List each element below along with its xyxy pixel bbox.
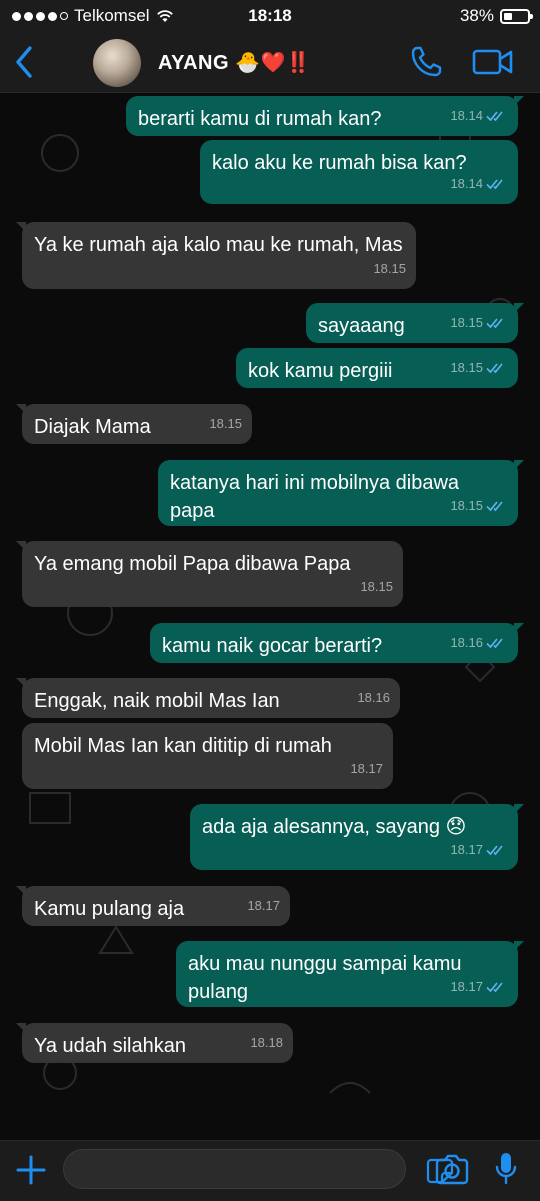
camera-icon[interactable]: [434, 1154, 470, 1186]
incoming-message[interactable]: Kamu pulang aja 18.17: [16, 886, 290, 926]
message-text: Enggak, naik mobil Mas Ian: [34, 690, 280, 712]
message-text: Ya ke rumah aja kalo mau ke rumah, Mas: [34, 234, 403, 256]
read-receipt-icon: [486, 363, 503, 374]
message-time: 18.15: [450, 498, 483, 513]
outgoing-message[interactable]: kok kamu pergiii 18.15: [236, 348, 518, 388]
outgoing-message[interactable]: kalo aku ke rumah bisa kan? 18.14: [200, 140, 518, 204]
message-meta: 18.14: [450, 102, 508, 130]
message-time: 18.16: [450, 635, 483, 650]
message-time: 18.14: [450, 176, 483, 191]
avatar[interactable]: [93, 39, 141, 87]
message-meta: 18.17: [450, 836, 508, 864]
status-bar: Telkomsel 18:18 38%: [0, 0, 540, 32]
composer-bar: [0, 1140, 540, 1201]
message-time: 18.18: [250, 1035, 283, 1050]
read-receipt-icon: [486, 179, 503, 190]
outgoing-message[interactable]: ada aja alesannya, sayang 😞 18.17: [190, 804, 524, 870]
message-meta: 18.14: [450, 170, 508, 198]
message-time: 18.14: [450, 108, 483, 123]
incoming-message[interactable]: Enggak, naik mobil Mas Ian 18.16: [16, 678, 400, 718]
incoming-message[interactable]: Diajak Mama 18.15: [16, 404, 252, 444]
microphone-icon[interactable]: [494, 1151, 518, 1187]
message-time: 18.15: [450, 360, 483, 375]
read-receipt-icon: [486, 318, 503, 329]
message-time: 18.16: [357, 690, 390, 705]
read-receipt-icon: [486, 638, 503, 649]
read-receipt-icon: [486, 982, 503, 993]
video-camera-icon[interactable]: [472, 46, 514, 78]
message-meta: 18.15: [373, 255, 406, 283]
message-meta: 18.15: [450, 492, 508, 520]
message-meta: 18.17: [450, 973, 508, 1001]
outgoing-message[interactable]: katanya hari ini mobilnya dibawa papa 18.…: [158, 460, 524, 526]
incoming-message[interactable]: Ya ke rumah aja kalo mau ke rumah, Mas 18…: [16, 222, 416, 289]
message-time: 18.15: [209, 416, 242, 431]
chevron-left-icon[interactable]: [10, 42, 40, 82]
message-meta: 18.15: [450, 309, 508, 337]
message-meta: 18.16: [357, 684, 390, 712]
message-meta: 18.16: [450, 629, 508, 657]
message-time: 18.17: [350, 761, 383, 776]
message-time: 18.17: [450, 979, 483, 994]
plus-icon[interactable]: [16, 1155, 46, 1185]
chat-header: AYANG 🐣❤️‼️: [0, 32, 540, 93]
message-meta: 18.17: [247, 892, 280, 920]
incoming-message[interactable]: Ya udah silahkan 18.18: [16, 1023, 293, 1063]
message-time: 18.15: [373, 261, 406, 276]
battery-status: 38%: [459, 6, 533, 26]
phone-icon[interactable]: [408, 44, 444, 80]
message-time: 18.17: [450, 842, 483, 857]
outgoing-message[interactable]: sayaaang 18.15: [306, 303, 524, 343]
message-input[interactable]: [63, 1149, 454, 1189]
battery-icon: [500, 8, 533, 24]
message-time: 18.15: [360, 579, 393, 594]
incoming-message[interactable]: Ya emang mobil Papa dibawa Papa 18.15: [16, 541, 403, 607]
message-text: Ya emang mobil Papa dibawa Papa: [34, 553, 351, 575]
message-time: 18.15: [450, 315, 483, 330]
contact-name[interactable]: AYANG 🐣❤️‼️: [158, 50, 311, 75]
message-meta: 18.15: [360, 573, 393, 601]
read-receipt-icon: [486, 845, 503, 856]
incoming-message[interactable]: Mobil Mas Ian kan dititip di rumah 18.17: [22, 723, 393, 789]
read-receipt-icon: [486, 111, 503, 122]
outgoing-message[interactable]: aku mau nunggu sampai kamu pulang 18.17: [176, 941, 524, 1007]
battery-percent: 38%: [459, 6, 494, 25]
outgoing-message[interactable]: kamu naik gocar berarti? 18.16: [150, 623, 524, 663]
message-text: Mobil Mas Ian kan dititip di rumah: [34, 735, 332, 757]
message-meta: 18.15: [209, 410, 242, 438]
message-text: Ya udah silahkan: [34, 1035, 186, 1057]
message-list[interactable]: berarti kamu di rumah kan? 18.14 kalo aku …: [0, 93, 540, 1140]
outgoing-message[interactable]: berarti kamu di rumah kan? 18.14: [126, 96, 524, 136]
message-meta: 18.15: [450, 354, 508, 382]
message-meta: 18.18: [250, 1029, 283, 1057]
read-receipt-icon: [486, 501, 503, 512]
message-text: Kamu pulang aja: [34, 898, 185, 920]
message-meta: 18.17: [350, 755, 383, 783]
message-time: 18.17: [247, 898, 280, 913]
